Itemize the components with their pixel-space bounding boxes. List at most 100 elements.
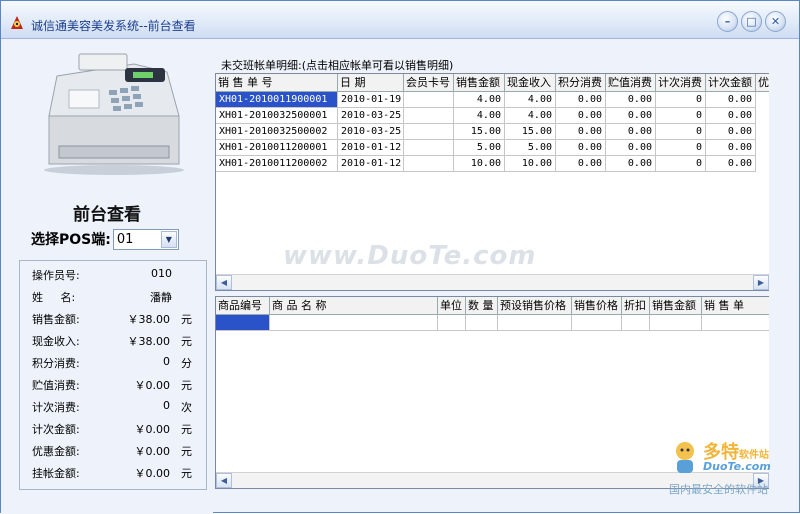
table-cell[interactable]: 0.00 xyxy=(606,124,656,140)
column-header-sales-amount[interactable]: 销售金额 xyxy=(650,297,702,315)
table-cell[interactable]: 0.00 xyxy=(556,124,606,140)
column-header-count-amount[interactable]: 计次金额 xyxy=(706,74,756,92)
table-cell[interactable] xyxy=(622,315,650,331)
grid-caption: 未交班帐单明细:(点击相应帐单可看以销售明细) xyxy=(221,59,454,72)
pos-dropdown[interactable]: 01 ▼ xyxy=(112,228,179,250)
column-header-cash-income[interactable]: 现金收入 xyxy=(505,74,556,92)
info-row-stored-value-spent: 贮值消费: ￥0.00 元 xyxy=(32,379,192,392)
table-cell[interactable]: 4.00 xyxy=(505,92,556,108)
main-window: 诚信通美容美发系统--前台查看 – □ ✕ 前台查看 选择POS端: 01 ▼ … xyxy=(0,0,800,514)
column-header-preset-price[interactable]: 预设销售价格 xyxy=(498,297,572,315)
minimize-button[interactable]: – xyxy=(717,11,738,32)
info-row-credit-amount: 挂帐金额: ￥0.00 元 xyxy=(32,467,192,480)
table-cell[interactable] xyxy=(404,156,454,172)
scroll-left-icon[interactable]: ◀ xyxy=(216,275,232,290)
table-cell[interactable]: 0 xyxy=(656,108,706,124)
table-cell[interactable] xyxy=(404,124,454,140)
column-header-quantity[interactable]: 数 量 xyxy=(466,297,498,315)
table-cell[interactable]: 0 xyxy=(656,124,706,140)
column-header-sale-price[interactable]: 销售价格 xyxy=(572,297,622,315)
table-cell[interactable]: 10.00 xyxy=(505,156,556,172)
table-cell[interactable]: 0.00 xyxy=(606,108,656,124)
table-cell[interactable]: 2010-01-12 xyxy=(338,156,404,172)
table-cell[interactable]: 0 xyxy=(656,156,706,172)
table-cell[interactable]: 0.00 xyxy=(606,92,656,108)
pos-selector-row: 选择POS端: 01 ▼ xyxy=(31,228,179,250)
table-cell[interactable]: 4.00 xyxy=(454,108,505,124)
left-panel: 前台查看 选择POS端: 01 ▼ 操作员号: 010 姓 名: 潘静 销售金额… xyxy=(1,40,213,514)
table-cell[interactable]: 4.00 xyxy=(454,92,505,108)
column-header-sale-no[interactable]: 销 售 单 xyxy=(702,297,769,315)
window-title: 诚信通美容美发系统--前台查看 xyxy=(31,19,196,33)
column-header-discount[interactable]: 优 xyxy=(756,74,769,92)
table-cell[interactable]: 0.00 xyxy=(606,156,656,172)
column-header-unit[interactable]: 单位 xyxy=(438,297,466,315)
info-row-discount-amount: 优惠金额: ￥0.00 元 xyxy=(32,445,192,458)
info-row-sales-amount: 销售金额: ￥38.00 元 xyxy=(32,313,192,326)
scroll-right-icon[interactable]: ▶ xyxy=(753,275,769,290)
column-header-discount[interactable]: 折扣 xyxy=(622,297,650,315)
table-cell[interactable]: 0.00 xyxy=(556,156,606,172)
close-button[interactable]: ✕ xyxy=(765,11,786,32)
table-cell[interactable]: 0.00 xyxy=(556,92,606,108)
table-cell[interactable]: 5.00 xyxy=(505,140,556,156)
table-cell[interactable]: 0.00 xyxy=(706,140,756,156)
maximize-button[interactable]: □ xyxy=(741,11,762,32)
table-cell[interactable]: 2010-01-19 xyxy=(338,92,404,108)
column-header-date[interactable]: 日 期 xyxy=(338,74,404,92)
table-cell[interactable]: 2010-03-25 xyxy=(338,124,404,140)
table-cell[interactable]: 10.00 xyxy=(454,156,505,172)
table-cell[interactable]: 15.00 xyxy=(454,124,505,140)
column-header-member-card[interactable]: 会员卡号 xyxy=(404,74,454,92)
table-cell[interactable]: 0.00 xyxy=(706,156,756,172)
table-cell[interactable]: 5.00 xyxy=(454,140,505,156)
table-cell[interactable]: 4.00 xyxy=(505,108,556,124)
table-cell[interactable]: 15.00 xyxy=(505,124,556,140)
table-cell[interactable]: 0.00 xyxy=(606,140,656,156)
table-cell[interactable]: 2010-03-25 xyxy=(338,108,404,124)
watermark-text: www.DuoTe.com xyxy=(283,241,537,271)
operator-summary-box: 操作员号: 010 姓 名: 潘静 销售金额: ￥38.00 元 现金收入: ￥… xyxy=(19,260,207,490)
table-cell[interactable]: 0.00 xyxy=(556,140,606,156)
scroll-left-icon[interactable]: ◀ xyxy=(216,473,232,488)
table-cell[interactable] xyxy=(702,315,769,331)
table-cell[interactable]: 0.00 xyxy=(706,124,756,140)
table-cell[interactable] xyxy=(404,140,454,156)
table-cell[interactable] xyxy=(498,315,572,331)
table-cell[interactable]: 2010-01-12 xyxy=(338,140,404,156)
column-header-stored-value[interactable]: 贮值消费 xyxy=(606,74,656,92)
minimize-icon: – xyxy=(724,15,731,28)
table-cell[interactable] xyxy=(404,92,454,108)
info-row-cash-income: 现金收入: ￥38.00 元 xyxy=(32,335,192,348)
table-cell[interactable] xyxy=(270,315,438,331)
table-cell[interactable] xyxy=(572,315,622,331)
table-cell[interactable]: 0.00 xyxy=(556,108,606,124)
table-cell[interactable]: XH01-2010011200001 xyxy=(216,140,338,156)
table-cell[interactable]: 0.00 xyxy=(706,108,756,124)
column-header-count-spent[interactable]: 计次消费 xyxy=(656,74,706,92)
maximize-icon: □ xyxy=(746,15,757,28)
table-cell[interactable]: XH01-2010011900001 xyxy=(216,92,338,108)
column-header-item-code[interactable]: 商品编号 xyxy=(216,297,270,315)
column-header-points-spent[interactable]: 积分消费 xyxy=(556,74,606,92)
bills-horizontal-scrollbar[interactable]: ◀ ▶ xyxy=(216,274,769,290)
table-cell[interactable]: 0 xyxy=(656,140,706,156)
table-cell[interactable] xyxy=(466,315,498,331)
table-cell[interactable]: 0.00 xyxy=(706,92,756,108)
column-header-item-name[interactable]: 商 品 名 称 xyxy=(270,297,438,315)
chevron-down-icon[interactable]: ▼ xyxy=(160,230,177,248)
table-cell[interactable]: 0 xyxy=(656,92,706,108)
title-bar: 诚信通美容美发系统--前台查看 – □ ✕ xyxy=(1,1,799,39)
pos-label: 选择POS端: xyxy=(31,232,111,248)
table-cell[interactable]: XH01-2010032500001 xyxy=(216,108,338,124)
table-cell[interactable]: XH01-2010032500002 xyxy=(216,124,338,140)
table-cell[interactable] xyxy=(216,315,270,331)
table-cell[interactable] xyxy=(438,315,466,331)
table-cell[interactable] xyxy=(650,315,702,331)
cash-register-image xyxy=(44,53,184,175)
column-header-sales-amount[interactable]: 销售金额 xyxy=(454,74,505,92)
table-cell[interactable]: XH01-2010011200002 xyxy=(216,156,338,172)
info-row-count-spent: 计次消费: 0 次 xyxy=(32,399,192,414)
table-cell[interactable] xyxy=(404,108,454,124)
column-header-bill-no[interactable]: 销 售 单 号 xyxy=(216,74,338,92)
